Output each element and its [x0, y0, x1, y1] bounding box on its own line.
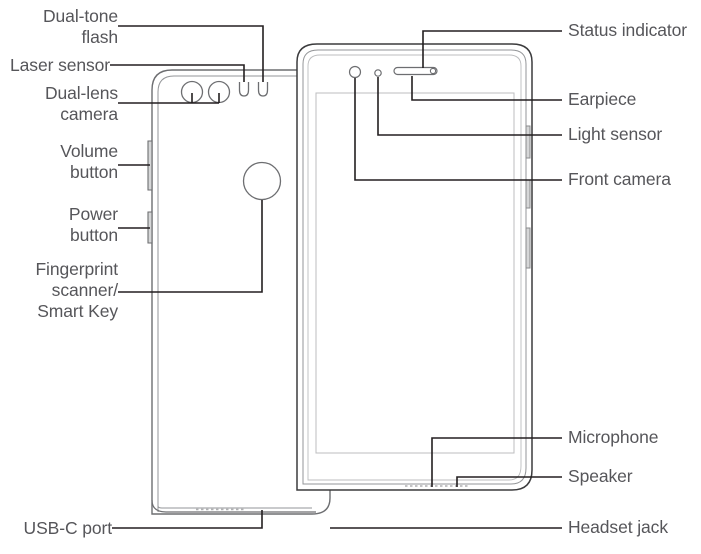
front-side-button-3 — [525, 227, 531, 269]
label-status-indicator: Status indicator — [568, 20, 688, 40]
front-side-button-1 — [525, 125, 531, 159]
label-earpiece: Earpiece — [568, 89, 637, 109]
label-usb-c-port: USB-C port — [23, 518, 113, 538]
label-dual-tone-flash: Dual-tone flash — [43, 6, 118, 47]
label-headset-jack: Headset jack — [568, 517, 668, 537]
label-fingerprint-scanner: Fingerprint scanner/ Smart Key — [35, 259, 118, 321]
front-side-button-2 — [525, 179, 531, 209]
light-sensor-dot — [374, 69, 382, 77]
label-front-camera: Front camera — [568, 169, 671, 189]
front-view-phone — [296, 43, 533, 491]
label-light-sensor: Light sensor — [568, 124, 663, 144]
label-laser-sensor: Laser sensor — [10, 55, 110, 75]
status-indicator-dot — [429, 67, 437, 75]
label-volume-button: Volume button — [60, 141, 118, 182]
front-camera-lens — [348, 65, 362, 79]
label-speaker: Speaker — [568, 466, 633, 486]
fingerprint-scanner-circle — [242, 161, 282, 201]
phone-hardware-diagram: Dual-tone flash Laser sensor Dual-lens c… — [0, 0, 701, 554]
front-display-area — [315, 92, 515, 454]
label-dual-lens-camera: Dual-lens camera — [44, 83, 118, 124]
label-power-button: Power button — [68, 204, 118, 245]
label-microphone: Microphone — [568, 427, 659, 447]
